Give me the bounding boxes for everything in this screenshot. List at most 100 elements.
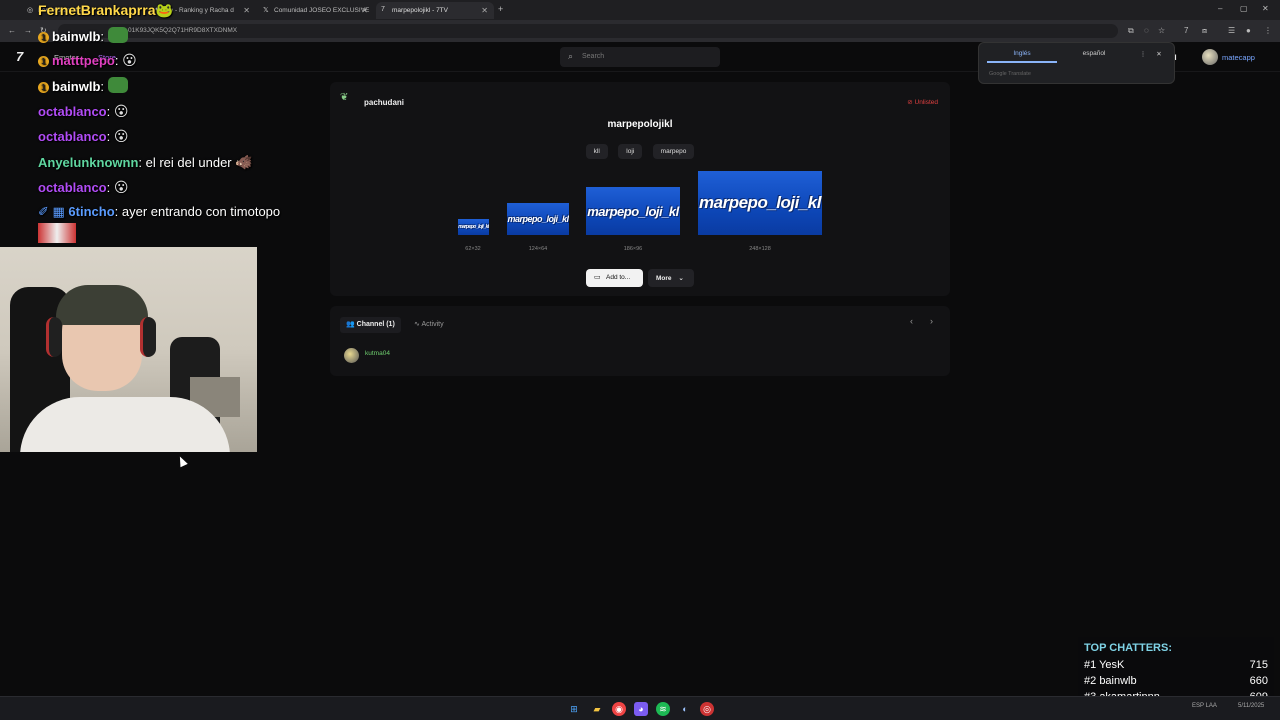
windows-start-icon[interactable]: ⊞	[567, 702, 581, 716]
tab-activity-label: Activity	[421, 321, 444, 328]
unlisted-badge: ⊘ Unlisted	[907, 99, 938, 106]
add-to-button[interactable]: ▭ Add to...	[586, 269, 643, 287]
chat-text: el rei del under	[142, 155, 232, 170]
chat-username: octablanco	[38, 104, 107, 119]
tab-activity[interactable]: ∿ Activity	[408, 317, 450, 333]
chatter-rank: #1	[1084, 659, 1097, 671]
tray-date[interactable]: 5/11/2025	[1238, 703, 1264, 709]
spotify-icon[interactable]: ≋	[656, 702, 670, 716]
folder-plus-icon: ▭	[594, 274, 601, 281]
chat-username: octablanco	[38, 129, 107, 144]
emote-preview-4x[interactable]: marpepo_loji_kl	[698, 171, 822, 235]
headset-left-shape	[46, 317, 62, 357]
tray-language[interactable]: ESP LAA	[1192, 703, 1217, 709]
chevron-down-icon: ⌄	[678, 275, 684, 282]
sword-badge-icon: ✐ ▦	[38, 204, 69, 219]
chat-username: octablanco	[38, 180, 107, 195]
discord-icon[interactable]: ◕	[634, 702, 648, 716]
headset-right-shape	[140, 317, 156, 357]
uploader-avatar-icon[interactable]: ❦	[340, 92, 354, 106]
translate-tab-english[interactable]: Inglés	[987, 50, 1057, 63]
chrome-icon[interactable]: ◉	[612, 702, 626, 716]
users-icon: 👥	[346, 321, 355, 328]
chat-username: bainwlb	[52, 79, 101, 94]
smile-emote-icon: 😮	[122, 52, 137, 68]
emote-preview-2x[interactable]: marpepo_loji_kl	[507, 203, 569, 235]
username: matecapp	[1222, 53, 1255, 62]
app-icon[interactable]: ◎	[700, 702, 714, 716]
pepe-emote-icon	[107, 77, 128, 93]
search-input[interactable]: ⌕ Search	[560, 47, 720, 67]
channels-card: 👥 Channel (1) ∿ Activity ‹ › kutma04	[330, 306, 950, 376]
avatar	[1202, 49, 1218, 65]
unlisted-label: Unlisted	[914, 99, 938, 106]
next-page-icon[interactable]: ›	[930, 316, 933, 326]
menu-kebab-icon[interactable]: ⋮	[1264, 26, 1272, 35]
chatter-row: #2 bainwlb 660	[1084, 675, 1268, 687]
pepe-emote-icon	[107, 27, 128, 43]
forward-icon[interactable]: →	[24, 26, 32, 35]
smile-emote-icon: 😮	[113, 179, 129, 195]
search-icon: ⌕	[568, 51, 574, 61]
translate-popup: Inglés español ⋮ ✕ Google Translate	[978, 42, 1175, 84]
tag-chip[interactable]: kll	[585, 144, 608, 159]
tab-close-icon[interactable]: ✕	[481, 6, 488, 15]
bookmark-star-icon[interactable]: ☆	[1158, 26, 1165, 35]
chat-text: ayer entrando con timotopo	[118, 204, 281, 219]
chat-username: 6tincho	[68, 204, 115, 219]
maximize-button[interactable]: ▢	[1240, 4, 1248, 13]
back-icon[interactable]: ←	[8, 26, 16, 35]
emote-preview-1x[interactable]: marpepo_loji_kl	[458, 219, 489, 235]
mouse-cursor-icon	[176, 454, 188, 468]
tag-list: kll loji marpepo	[330, 140, 950, 159]
chatter-name: YesK	[1099, 659, 1125, 671]
badge-icon: 1	[38, 56, 49, 67]
7tv-logo[interactable]: 7	[16, 49, 23, 64]
tag-chip[interactable]: marpepo	[652, 144, 695, 159]
new-tab-button[interactable]: +	[494, 2, 514, 19]
more-label: More	[656, 275, 672, 282]
badge-icon: 1	[38, 82, 49, 93]
activity-icon: ∿	[414, 321, 420, 328]
tag-chip[interactable]: loji	[618, 144, 643, 159]
tab-close-icon[interactable]: ✕	[361, 6, 368, 15]
more-button[interactable]: More ⌄	[648, 269, 694, 287]
translate-tab-spanish[interactable]: español	[1059, 50, 1129, 61]
chat-username: Anyelunknownn	[38, 155, 139, 170]
user-menu[interactable]: matecapp	[1202, 49, 1255, 65]
pepe-emote-icon: 🐸	[155, 2, 173, 18]
emote-preview-3x[interactable]: marpepo_loji_kl	[586, 187, 680, 235]
tab-4-active[interactable]: 7 marpepolojikl - 7TV ✕	[376, 2, 494, 19]
chatter-score: 715	[1249, 659, 1268, 671]
translate-icon[interactable]: ⧉	[1128, 26, 1134, 36]
avatar	[344, 348, 359, 363]
chat-message: octablanco: 😮	[38, 128, 129, 144]
prev-page-icon[interactable]: ‹	[910, 316, 913, 326]
size-label-2x: 124×64	[528, 246, 548, 252]
channel-user-item[interactable]: kutma04	[344, 348, 390, 364]
profile-avatar-icon[interactable]: ●	[1246, 26, 1251, 35]
camo-hat-shape	[56, 285, 148, 325]
sidebar-icon[interactable]: ☰	[1228, 26, 1235, 35]
extension-7tv-icon[interactable]: 7	[1184, 26, 1188, 35]
eye-off-icon[interactable]: ◌	[1144, 26, 1149, 35]
close-window-button[interactable]: ✕	[1262, 4, 1269, 13]
translate-close-icon[interactable]: ✕	[1153, 50, 1165, 62]
minimize-button[interactable]: –	[1218, 4, 1222, 13]
smile-emote-icon: 😮	[113, 128, 129, 144]
chat-message: 1 matttpepo: 😮	[38, 52, 137, 69]
badge-icon: 1	[38, 32, 49, 43]
steam-icon[interactable]: ◐	[678, 702, 692, 716]
translate-menu-icon[interactable]: ⋮	[1137, 50, 1149, 62]
size-label-4x: 248×128	[749, 246, 771, 252]
extensions-puzzle-icon[interactable]: ⧈	[1202, 26, 1207, 36]
chatter-score: 660	[1249, 675, 1268, 687]
channel-username: kutma04	[365, 350, 390, 357]
chat-message: 1 bainwlb:	[38, 77, 128, 94]
file-explorer-icon[interactable]: ▰	[590, 702, 604, 716]
uploader-name[interactable]: pachudani	[364, 98, 404, 107]
animal-emote-icon: 🐗	[235, 154, 253, 170]
chatter-name: bainwlb	[1099, 675, 1137, 687]
tab-channel[interactable]: 👥 Channel (1)	[340, 317, 401, 333]
add-to-label: Add to...	[606, 274, 631, 281]
